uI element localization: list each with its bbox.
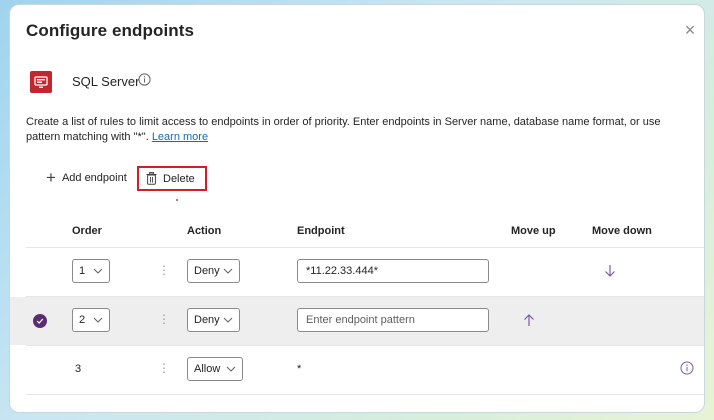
order-value: 1 xyxy=(79,265,86,277)
drag-handle-icon[interactable]: ⋮ xyxy=(158,312,170,326)
trash-icon xyxy=(146,172,157,185)
endpoint-input[interactable] xyxy=(297,259,489,283)
header-endpoint: Endpoint xyxy=(297,225,345,237)
endpoint-input[interactable] xyxy=(297,308,489,332)
description-body: Create a list of rules to limit access t… xyxy=(26,116,661,143)
sql-server-icon xyxy=(30,71,52,93)
plus-icon: + xyxy=(46,168,56,187)
drag-handle-icon[interactable]: ⋮ xyxy=(158,361,170,375)
decorative-dot xyxy=(176,199,178,201)
order-value: 2 xyxy=(79,314,86,326)
chevron-down-icon xyxy=(223,317,233,323)
arrow-up-icon[interactable] xyxy=(521,312,537,328)
chevron-down-icon xyxy=(93,317,103,323)
chevron-down-icon xyxy=(226,366,236,372)
action-dropdown[interactable]: Allow xyxy=(187,357,243,381)
table-row: 1 ⋮ Deny xyxy=(10,248,704,296)
header-order: Order xyxy=(72,225,102,237)
header-move-up: Move up xyxy=(511,225,556,237)
chevron-down-icon xyxy=(93,268,103,274)
connector-name: SQL Server xyxy=(72,74,140,89)
add-endpoint-label: Add endpoint xyxy=(61,172,127,184)
description-text: Create a list of rules to limit access t… xyxy=(26,115,686,145)
add-endpoint-button[interactable]: + Add endpoint xyxy=(46,168,127,187)
delete-button[interactable]: Delete xyxy=(137,166,207,191)
action-value: Allow xyxy=(194,363,221,375)
delete-label: Delete xyxy=(163,172,195,185)
selected-check-icon[interactable] xyxy=(33,314,47,328)
header-action: Action xyxy=(187,225,222,237)
action-value: Deny xyxy=(194,265,220,277)
learn-more-link[interactable]: Learn more xyxy=(152,131,208,143)
arrow-down-icon[interactable] xyxy=(602,263,618,279)
table-row: 3 ⋮ Allow * xyxy=(10,346,704,394)
order-dropdown[interactable]: 1 xyxy=(72,259,110,283)
order-value: 3 xyxy=(75,363,82,375)
configure-endpoints-dialog: Configure endpoints × SQL Server Create … xyxy=(9,4,705,413)
header-move-down: Move down xyxy=(592,225,652,237)
action-dropdown[interactable]: Deny xyxy=(187,259,240,283)
endpoint-value: * xyxy=(297,363,302,375)
chevron-down-icon xyxy=(223,268,233,274)
action-value: Deny xyxy=(194,314,220,326)
close-icon[interactable]: × xyxy=(682,21,698,39)
table-row-selected[interactable]: 2 ⋮ Deny xyxy=(10,297,704,345)
dialog-title: Configure endpoints xyxy=(26,21,195,40)
action-dropdown[interactable]: Deny xyxy=(187,308,240,332)
info-icon[interactable] xyxy=(680,361,694,375)
row-divider xyxy=(26,394,704,395)
drag-handle-icon[interactable]: ⋮ xyxy=(158,263,170,277)
info-icon[interactable] xyxy=(138,73,151,86)
order-dropdown[interactable]: 2 xyxy=(72,308,110,332)
